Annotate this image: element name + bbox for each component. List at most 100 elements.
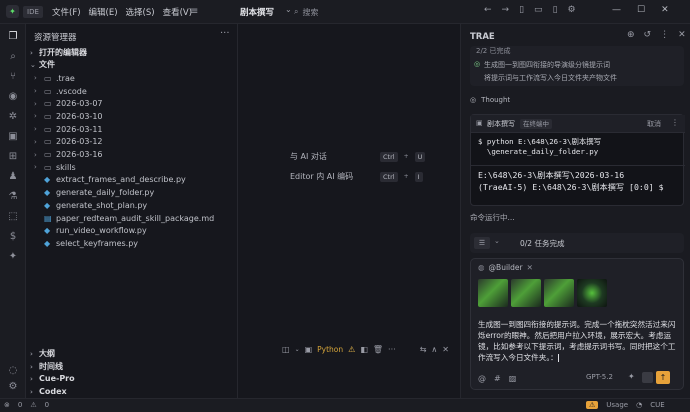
account-avatar-icon[interactable]: ◌ bbox=[6, 364, 20, 378]
error-count[interactable]: 0 bbox=[18, 401, 22, 409]
tree-folder[interactable]: › ▭ .vscode bbox=[34, 85, 87, 98]
chevron-up-icon[interactable]: ∧ bbox=[431, 345, 437, 354]
testing-flask-icon[interactable]: ⚗ bbox=[6, 190, 20, 204]
hamburger-menu-icon[interactable]: ≡ bbox=[190, 6, 198, 17]
debug-bug-icon[interactable]: ✲ bbox=[6, 110, 20, 124]
menu-file[interactable]: 文件(F) bbox=[52, 6, 81, 18]
hash-icon[interactable]: # bbox=[494, 374, 501, 383]
task-list-toggle-button[interactable]: ☰ bbox=[474, 237, 490, 249]
settings-sliders-icon[interactable]: ⇆ bbox=[420, 345, 427, 354]
attached-images bbox=[478, 279, 607, 307]
tree-folder[interactable]: › ▭ skills bbox=[34, 161, 76, 174]
manage-gear-icon[interactable]: ⚙ bbox=[6, 380, 20, 394]
tree-folder[interactable]: › ▭ 2026-03-10 bbox=[34, 110, 103, 123]
agent-selector[interactable]: ◍ @Builder ✕ bbox=[478, 263, 533, 272]
outline-section[interactable]: › 大纲 bbox=[30, 348, 55, 359]
tree-file[interactable]: ▤ paper_redteam_audit_skill_package.md bbox=[34, 212, 214, 225]
bell-icon[interactable]: ◔ bbox=[636, 401, 642, 409]
source-control-icon[interactable]: ⑂ bbox=[6, 70, 20, 84]
ellipsis-icon[interactable]: ··· bbox=[388, 345, 396, 354]
timeline-section[interactable]: › 时间线 bbox=[30, 361, 63, 372]
chevron-down-icon[interactable]: ⌄ bbox=[295, 346, 300, 353]
title-bar: ✦ IDE 文件(F) 编辑(E) 选择(S) 查看(V) ≡ 剧本撰写 ⌄ ⌕… bbox=[0, 0, 690, 24]
project-name[interactable]: 剧本撰写 bbox=[240, 6, 274, 18]
search-box[interactable]: ⌕ 搜索 bbox=[294, 5, 459, 19]
image-upload-icon[interactable]: ▨ bbox=[509, 374, 517, 383]
menu-edit[interactable]: 编辑(E) bbox=[89, 6, 118, 18]
chevron-down-icon[interactable]: ⌄ bbox=[285, 5, 292, 14]
input-toolbar: @ # ▨ GPT-5.2 ✦ ↑ bbox=[478, 371, 678, 385]
model-selector[interactable]: GPT-5.2 bbox=[586, 373, 613, 381]
send-arrow-icon[interactable]: ↑ bbox=[656, 371, 670, 384]
error-icon[interactable]: ⊗ bbox=[4, 401, 10, 409]
warning-chip-icon[interactable]: ⚠ bbox=[586, 401, 599, 409]
files-section[interactable]: ⌄ 文件 bbox=[30, 59, 55, 70]
remote-monitor-icon[interactable]: ▣ bbox=[6, 130, 20, 144]
ai-sparkle-icon[interactable]: ✦ bbox=[6, 250, 20, 264]
terminal-tab-python[interactable]: Python bbox=[317, 345, 343, 354]
menu-select[interactable]: 选择(S) bbox=[126, 6, 155, 18]
tree-file[interactable]: ◆ run_video_workflow.py bbox=[34, 224, 147, 237]
explorer-files-icon[interactable]: ❐ bbox=[6, 30, 20, 44]
tree-item-label: .trae bbox=[56, 73, 75, 83]
image-thumbnail[interactable] bbox=[577, 279, 607, 307]
layout-sidebar-icon[interactable]: ▯ bbox=[519, 5, 524, 15]
image-thumbnail[interactable] bbox=[511, 279, 541, 307]
accounts-person-icon[interactable]: ♟ bbox=[6, 170, 20, 184]
maximize-icon[interactable]: ☐ bbox=[637, 5, 645, 15]
open-editors-section[interactable]: › 打开的编辑器 bbox=[30, 47, 87, 58]
trash-icon[interactable]: 🗑 bbox=[373, 345, 383, 354]
settings-gear-icon[interactable]: ⚙ bbox=[568, 5, 576, 15]
usage-label[interactable]: Usage bbox=[606, 401, 628, 409]
thought-toggle[interactable]: ◎ Thought bbox=[470, 96, 510, 104]
image-thumbnail[interactable] bbox=[544, 279, 574, 307]
prompt-input[interactable]: 生成图一到图四衔接的提示词。完成一个拖枕突然活过来闪烁error的眼神。然后把用… bbox=[478, 319, 678, 363]
cancel-button[interactable]: 取消 bbox=[647, 119, 661, 129]
more-actions-icon[interactable]: ··· bbox=[220, 28, 230, 39]
warning-icon[interactable]: ⚠ bbox=[30, 401, 36, 409]
tree-folder[interactable]: › ▭ 2026-03-16 bbox=[34, 148, 103, 161]
back-arrow-icon[interactable]: ← bbox=[484, 5, 492, 15]
minimize-icon[interactable]: — bbox=[612, 5, 621, 15]
split-view-icon[interactable]: ◫ bbox=[282, 345, 290, 354]
forward-arrow-icon[interactable]: → bbox=[502, 5, 510, 15]
tree-file[interactable]: ◆ generate_shot_plan.py bbox=[34, 199, 147, 212]
warning-count[interactable]: 0 bbox=[45, 401, 49, 409]
split-terminal-icon[interactable]: ◧ bbox=[360, 345, 368, 354]
image-thumbnail[interactable] bbox=[478, 279, 508, 307]
chevron-down-icon[interactable]: ⌄ bbox=[494, 237, 500, 245]
search-icon[interactable]: ⌕ bbox=[6, 50, 20, 64]
task-progress-row: ☰ ⌄ 0/2 任务完成 bbox=[470, 233, 684, 253]
tree-folder[interactable]: › ▭ 2026-03-07 bbox=[34, 97, 103, 110]
close-icon[interactable]: ✕ bbox=[678, 30, 686, 40]
close-icon[interactable]: ✕ bbox=[661, 5, 669, 15]
tree-file[interactable]: ◆ select_keyframes.py bbox=[34, 237, 138, 250]
tree-file[interactable]: ◆ extract_frames_and_describe.py bbox=[34, 174, 186, 187]
task-item: 生成图一到图四衔接的导演级分镜提示词 bbox=[484, 61, 610, 69]
package-box-icon[interactable]: ⬚ bbox=[6, 210, 20, 224]
extensions-grid-icon[interactable]: ⊞ bbox=[6, 150, 20, 164]
sparkle-icon[interactable]: ✦ bbox=[628, 372, 635, 381]
tree-folder[interactable]: › ▭ .trae bbox=[34, 72, 75, 85]
new-chat-plus-icon[interactable]: ⊕ bbox=[627, 30, 635, 40]
dollar-s-icon[interactable]: $ bbox=[6, 230, 20, 244]
codex-section[interactable]: › Codex bbox=[30, 387, 67, 396]
cue-pro-section[interactable]: › Cue-Pro bbox=[30, 374, 75, 383]
tree-folder[interactable]: › ▭ 2026-03-12 bbox=[34, 136, 103, 149]
cue-label[interactable]: CUE bbox=[650, 401, 664, 409]
mention-at-icon[interactable]: @ bbox=[478, 374, 486, 383]
stop-button[interactable] bbox=[642, 372, 653, 383]
eye-preview-icon[interactable]: ◉ bbox=[6, 90, 20, 104]
layout-right-icon[interactable]: ▯ bbox=[553, 5, 558, 15]
tree-file[interactable]: ◆ generate_daily_folder.py bbox=[34, 186, 154, 199]
chat-input-card[interactable]: ◍ @Builder ✕ 生成图一到图四衔接的提示词。完成一个拖枕突然活过来闪烁… bbox=[470, 258, 684, 390]
ellipsis-vertical-icon[interactable]: ⋮ bbox=[671, 118, 679, 127]
close-icon[interactable]: ✕ bbox=[442, 345, 449, 354]
tree-folder[interactable]: › ▭ 2026-03-11 bbox=[34, 123, 103, 136]
tree-item-label: 2026-03-12 bbox=[56, 137, 103, 147]
history-icon[interactable]: ↺ bbox=[644, 30, 652, 40]
layout-panel-icon[interactable]: ▭ bbox=[534, 5, 543, 15]
tree-item-label: run_video_workflow.py bbox=[56, 226, 147, 236]
menu-view[interactable]: 查看(V) bbox=[163, 6, 192, 18]
settings-icon[interactable]: ⋮ bbox=[660, 30, 669, 40]
